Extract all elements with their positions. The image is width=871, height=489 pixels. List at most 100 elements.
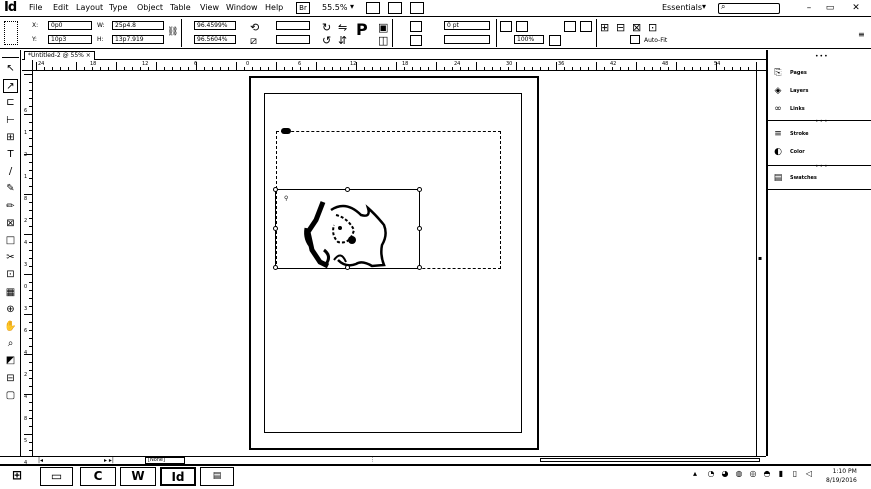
panel-group-grip[interactable]: ••• bbox=[815, 118, 829, 125]
stroke-weight-field[interactable]: 0 pt bbox=[444, 21, 490, 30]
chevron-down-icon[interactable]: ▾ bbox=[350, 2, 354, 11]
fit-frame-icon[interactable]: ⊟ bbox=[616, 22, 625, 34]
menu-table[interactable]: Table bbox=[170, 3, 191, 12]
first-page-icon[interactable]: |◂ bbox=[38, 457, 43, 464]
zoom-level[interactable]: 55.5% bbox=[322, 3, 347, 12]
hand-tool-icon[interactable]: ✋ bbox=[3, 320, 18, 334]
start-button[interactable]: ⊞ bbox=[2, 467, 32, 486]
free-transform-tool-icon[interactable]: ⊡ bbox=[3, 268, 18, 282]
stroke-type-field[interactable] bbox=[444, 35, 490, 44]
arrange-documents-icon[interactable] bbox=[410, 2, 424, 14]
workspace-switcher[interactable]: Essentials bbox=[662, 3, 702, 12]
task-app-word[interactable]: W bbox=[120, 467, 156, 486]
resize-handle[interactable] bbox=[345, 265, 350, 270]
shear-icon[interactable]: ⧄ bbox=[250, 35, 257, 47]
horizontal-ruler[interactable] bbox=[22, 60, 766, 71]
minimize-button[interactable]: – bbox=[800, 1, 818, 15]
scale-x-field[interactable]: 96.4599% bbox=[194, 21, 236, 30]
task-explorer-icon[interactable]: ▭ bbox=[40, 467, 73, 486]
scale-y-field[interactable]: 96.5604% bbox=[194, 35, 236, 44]
image-frame[interactable]: ⚲ bbox=[275, 189, 420, 269]
ruler-origin[interactable] bbox=[22, 60, 33, 71]
scissors-tool-icon[interactable]: ✂ bbox=[3, 251, 18, 265]
task-app-indesign[interactable]: Id bbox=[160, 467, 196, 486]
line-tool-icon[interactable]: / bbox=[3, 165, 18, 179]
search-input[interactable] bbox=[718, 3, 780, 14]
rotation-angle-field[interactable] bbox=[276, 21, 310, 30]
rotate-ccw-icon[interactable]: ↺ bbox=[322, 35, 331, 47]
view-options-icon[interactable] bbox=[366, 2, 380, 14]
panel-pages[interactable]: ⎘ Pages bbox=[772, 66, 868, 82]
resize-handle[interactable] bbox=[273, 265, 278, 270]
menu-help[interactable]: Help bbox=[265, 3, 283, 12]
menu-type[interactable]: Type bbox=[109, 3, 127, 12]
tray-network-icon[interactable]: ▮ bbox=[776, 469, 786, 479]
panel-layers[interactable]: ◈ Layers bbox=[772, 84, 868, 100]
menu-edit[interactable]: Edit bbox=[53, 3, 69, 12]
panel-swatches[interactable]: ▤ Swatches bbox=[772, 171, 868, 187]
w-field[interactable]: 25p4.8 bbox=[112, 21, 164, 30]
tray-app-icon[interactable]: ◍ bbox=[734, 469, 744, 479]
center-content-icon[interactable]: ⊡ bbox=[648, 22, 657, 34]
select-content-icon[interactable]: ◫ bbox=[378, 35, 388, 47]
panel-stroke[interactable]: ≡ Stroke bbox=[772, 127, 868, 143]
next-page-icon[interactable]: ▸ ▸| bbox=[104, 457, 114, 464]
opacity-field[interactable]: 100% bbox=[514, 35, 544, 44]
zoom-tool-icon[interactable]: ⌕ bbox=[3, 337, 18, 351]
bridge-icon[interactable]: Br bbox=[296, 2, 310, 14]
constrain-proportions-icon[interactable]: ⛓ bbox=[167, 26, 178, 38]
direct-selection-tool-icon[interactable]: ↗ bbox=[3, 79, 18, 94]
text-frame-in-port[interactable] bbox=[281, 128, 291, 134]
effects-icon[interactable] bbox=[500, 21, 512, 32]
close-button[interactable]: ✕ bbox=[847, 1, 865, 15]
menu-window[interactable]: Window bbox=[226, 3, 258, 12]
horizontal-scrollbar[interactable] bbox=[540, 458, 760, 462]
panel-group-grip[interactable]: ••• bbox=[815, 163, 829, 170]
tray-app-icon[interactable]: ◓ bbox=[762, 469, 772, 479]
resize-handle[interactable] bbox=[273, 226, 278, 231]
note-tool-icon[interactable]: ⊕ bbox=[3, 303, 18, 317]
flip-vertical-icon[interactable]: ⇵ bbox=[338, 35, 347, 47]
page-tool-icon[interactable]: ⊏ bbox=[3, 96, 18, 110]
panel-links[interactable]: ∞ Links bbox=[772, 102, 868, 118]
text-wrap-icon[interactable] bbox=[564, 21, 576, 32]
shear-angle-field[interactable] bbox=[276, 35, 310, 44]
resize-handle[interactable] bbox=[417, 187, 422, 192]
paragraph-icon[interactable]: P bbox=[356, 22, 368, 38]
x-field[interactable]: 0p0 bbox=[48, 21, 92, 30]
drop-shadow-icon[interactable] bbox=[516, 21, 528, 32]
chevron-down-icon[interactable]: ▾ bbox=[702, 2, 706, 11]
screen-mode-icon[interactable] bbox=[388, 2, 402, 14]
maximize-button[interactable]: ▭ bbox=[821, 1, 839, 15]
apply-color-icon[interactable]: ⊟ bbox=[3, 372, 18, 386]
rotate-icon[interactable]: ⟲ bbox=[250, 22, 259, 34]
flip-horizontal-icon[interactable]: ⇋ bbox=[338, 22, 347, 34]
selection-tool-icon[interactable]: ↖ bbox=[3, 62, 18, 76]
task-app-c[interactable]: C bbox=[80, 467, 116, 486]
tray-app-icon[interactable]: ◔ bbox=[706, 469, 716, 479]
stroke-swatch-icon[interactable] bbox=[410, 35, 422, 46]
rectangle-frame-tool-icon[interactable]: ⊠ bbox=[3, 217, 18, 231]
y-field[interactable]: 10p3 bbox=[48, 35, 92, 44]
resize-handle[interactable] bbox=[417, 265, 422, 270]
menu-file[interactable]: File bbox=[29, 3, 42, 12]
type-tool-icon[interactable]: T bbox=[3, 148, 18, 162]
panel-color[interactable]: ◐ Color bbox=[772, 145, 868, 161]
vertical-scrollbar[interactable] bbox=[756, 71, 766, 456]
tray-show-hidden-icon[interactable]: ▴ bbox=[690, 469, 700, 479]
wrap-bounding-box-icon[interactable] bbox=[580, 21, 592, 32]
fit-content-icon[interactable]: ⊞ bbox=[600, 22, 609, 34]
taskbar-clock[interactable]: 1:10 PM 8/19/2016 bbox=[826, 467, 857, 485]
panel-group-grip[interactable]: ••• bbox=[815, 53, 829, 60]
fill-swatch-icon[interactable] bbox=[410, 21, 422, 32]
reference-point-icon[interactable] bbox=[4, 21, 18, 45]
tools-panel-grip[interactable] bbox=[2, 52, 19, 58]
pencil-tool-icon[interactable]: ✏ bbox=[3, 200, 18, 214]
tray-volume-icon[interactable]: ◁ bbox=[804, 469, 814, 479]
tray-battery-icon[interactable]: ▯ bbox=[790, 469, 800, 479]
tray-app-icon[interactable]: ◎ bbox=[748, 469, 758, 479]
h-field[interactable]: 13p7.919 bbox=[112, 35, 164, 44]
screen-mode-icon[interactable]: ▢ bbox=[3, 389, 18, 403]
gap-tool-icon[interactable]: ⊢ bbox=[3, 114, 18, 128]
tray-app-icon[interactable]: ◕ bbox=[720, 469, 730, 479]
